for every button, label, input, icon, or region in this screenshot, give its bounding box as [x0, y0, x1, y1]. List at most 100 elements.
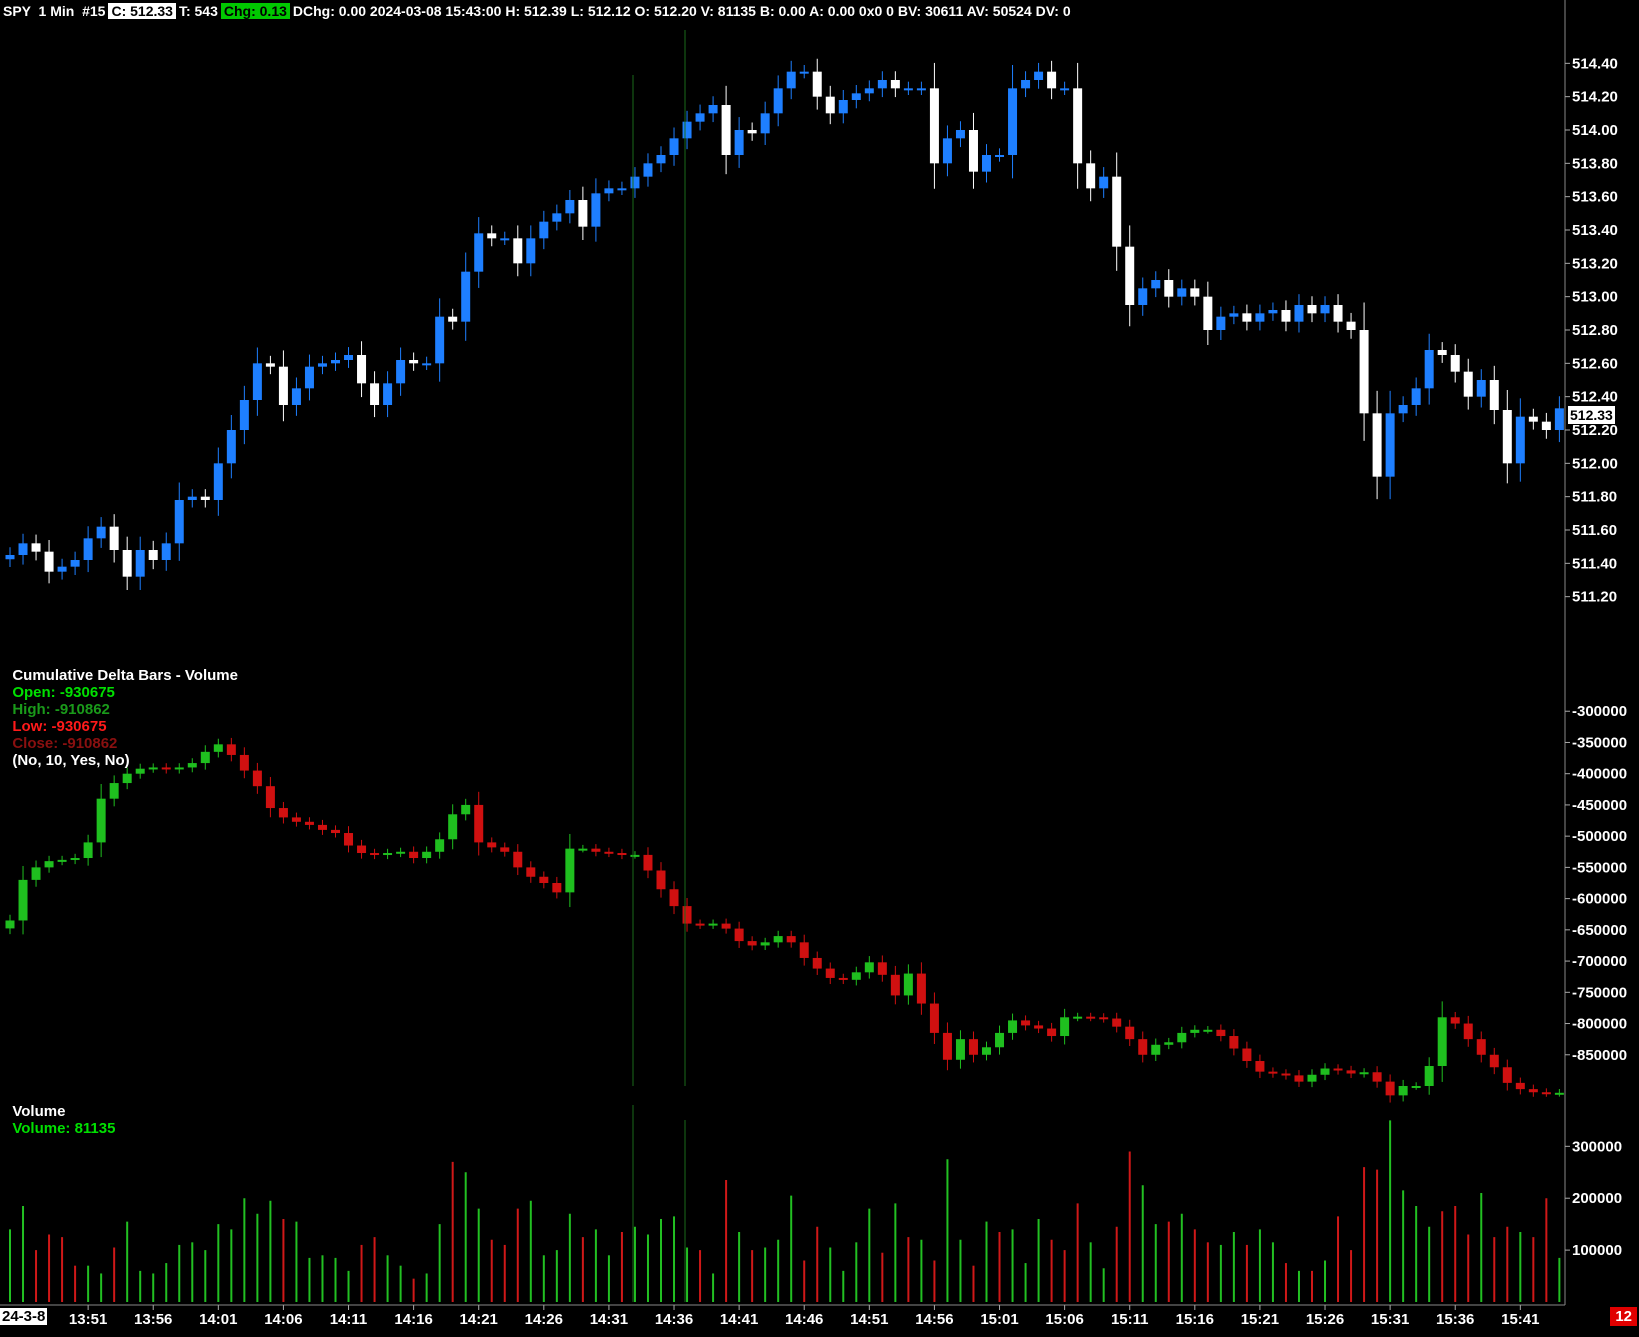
time-tick-label: 15:21	[1241, 1311, 1279, 1328]
price-tick-label: 514.00	[1572, 122, 1618, 139]
delta-tick-label: -750000	[1572, 984, 1627, 1001]
volume-study-name[interactable]: Volume	[12, 1103, 65, 1120]
delta-candle	[1125, 1026, 1135, 1040]
price-candle	[1489, 380, 1499, 410]
delta-candle	[1255, 1061, 1265, 1072]
bar-count-badge[interactable]: 12	[1610, 1307, 1637, 1326]
price-candle	[1515, 416, 1525, 464]
price-candle	[187, 496, 197, 500]
price-candle	[1502, 410, 1512, 464]
delta-candle	[383, 853, 393, 856]
delta-candle	[942, 1032, 952, 1060]
price-candle	[44, 551, 54, 572]
price-candle	[656, 155, 666, 164]
delta-candle	[370, 853, 380, 856]
price-candle	[57, 566, 67, 572]
delta-candle	[1060, 1017, 1070, 1037]
price-candle	[1112, 176, 1122, 247]
volume-pane-title: Volume Volume: 81135	[4, 1086, 123, 1137]
price-candle	[1294, 305, 1304, 322]
time-tick-label: 15:31	[1371, 1311, 1409, 1328]
price-candle	[864, 88, 874, 94]
delta-candle	[5, 920, 15, 929]
delta-tick-label: -450000	[1572, 797, 1627, 814]
delta-candle	[1216, 1029, 1226, 1037]
delta-candle	[1190, 1029, 1200, 1033]
volume-axis[interactable]: 300000 200000 100000	[1565, 1138, 1622, 1259]
symbol-label[interactable]: SPY 1 Min #15	[0, 3, 108, 19]
price-tick-label: 511.40	[1572, 555, 1617, 572]
price-candle	[578, 200, 588, 227]
delta-candle	[539, 876, 549, 883]
date-corner-label: 24-3-8	[0, 1308, 48, 1325]
price-candle	[1476, 380, 1486, 397]
delta-candle	[916, 973, 926, 1004]
delta-close: Close: -910862	[12, 735, 118, 752]
time-markers	[632, 30, 686, 1302]
price-candle	[890, 80, 900, 89]
price-candle	[786, 71, 796, 89]
delta-candle	[929, 1003, 939, 1033]
delta-study-name[interactable]: Cumulative Delta Bars - Volume	[12, 667, 238, 684]
time-tick-label: 13:56	[134, 1311, 172, 1328]
time-tick-label: 15:36	[1436, 1311, 1474, 1328]
delta-tick-label: -800000	[1572, 1016, 1627, 1033]
delta-candle	[1346, 1070, 1356, 1074]
price-candle	[304, 366, 314, 389]
delta-candle	[1528, 1089, 1538, 1093]
price-candle	[370, 383, 380, 405]
price-candle	[617, 188, 627, 191]
price-tick-label: 513.00	[1572, 289, 1618, 306]
delta-params: (No, 10, Yes, No)	[12, 752, 130, 769]
price-candle	[995, 155, 1005, 157]
delta-candle	[604, 851, 614, 854]
delta-candle	[1086, 1016, 1096, 1019]
delta-candle	[1281, 1073, 1291, 1076]
price-candle	[747, 130, 757, 134]
price-candle	[1307, 305, 1317, 314]
delta-tick-label: -700000	[1572, 953, 1627, 970]
price-tick-label: 514.40	[1572, 55, 1618, 72]
delta-candle	[1515, 1082, 1525, 1090]
price-tick-label: 512.20	[1572, 422, 1618, 439]
price-candle	[1203, 296, 1213, 330]
delta-candle	[786, 936, 796, 943]
price-candle	[539, 221, 549, 239]
price-tick-label: 511.80	[1572, 489, 1617, 506]
price-candle	[812, 71, 822, 97]
price-candle	[1164, 280, 1174, 297]
time-axis[interactable]: 13:51 13:56 14:01 14:06 14:11 14:16 14:21 14:26…	[69, 1305, 1540, 1328]
price-candle	[851, 93, 861, 100]
delta-candle	[982, 1047, 991, 1055]
delta-candle	[57, 859, 67, 862]
time-tick-label: 14:21	[460, 1311, 498, 1328]
delta-candle	[70, 858, 80, 861]
price-candle	[135, 550, 145, 577]
delta-candle	[995, 1032, 1005, 1048]
delta-candle	[135, 768, 145, 774]
price-tick-label: 513.40	[1572, 222, 1618, 239]
delta-candle	[825, 968, 835, 978]
delta-candle	[578, 848, 588, 851]
price-candle	[669, 138, 679, 155]
time-tick-label: 14:16	[394, 1311, 432, 1328]
price-axis[interactable]: 514.40 514.20 514.00 513.80 513.60 513.40 513.…	[1565, 55, 1618, 606]
price-candle	[1229, 313, 1239, 317]
time-tick-label: 14:01	[199, 1311, 237, 1328]
price-candle	[1047, 71, 1057, 89]
price-candle	[799, 71, 809, 74]
time-tick-label: 14:31	[590, 1311, 628, 1328]
price-candle	[1372, 413, 1382, 477]
price-tick-label: 512.60	[1572, 355, 1618, 372]
delta-candle	[1021, 1020, 1031, 1026]
volume-tick-label: 200000	[1572, 1190, 1622, 1207]
price-tick-label: 514.20	[1572, 89, 1618, 106]
delta-low: Low: -930675	[12, 718, 107, 735]
price-candle	[161, 543, 171, 560]
delta-axis[interactable]: -300000 -350000 -400000 -450000 -500000 -5500…	[1565, 703, 1627, 1064]
delta-candle	[1372, 1072, 1382, 1082]
price-candle	[942, 138, 952, 164]
delta-candle	[18, 879, 28, 921]
price-candle	[1021, 80, 1031, 89]
delta-candle	[1099, 1017, 1109, 1020]
